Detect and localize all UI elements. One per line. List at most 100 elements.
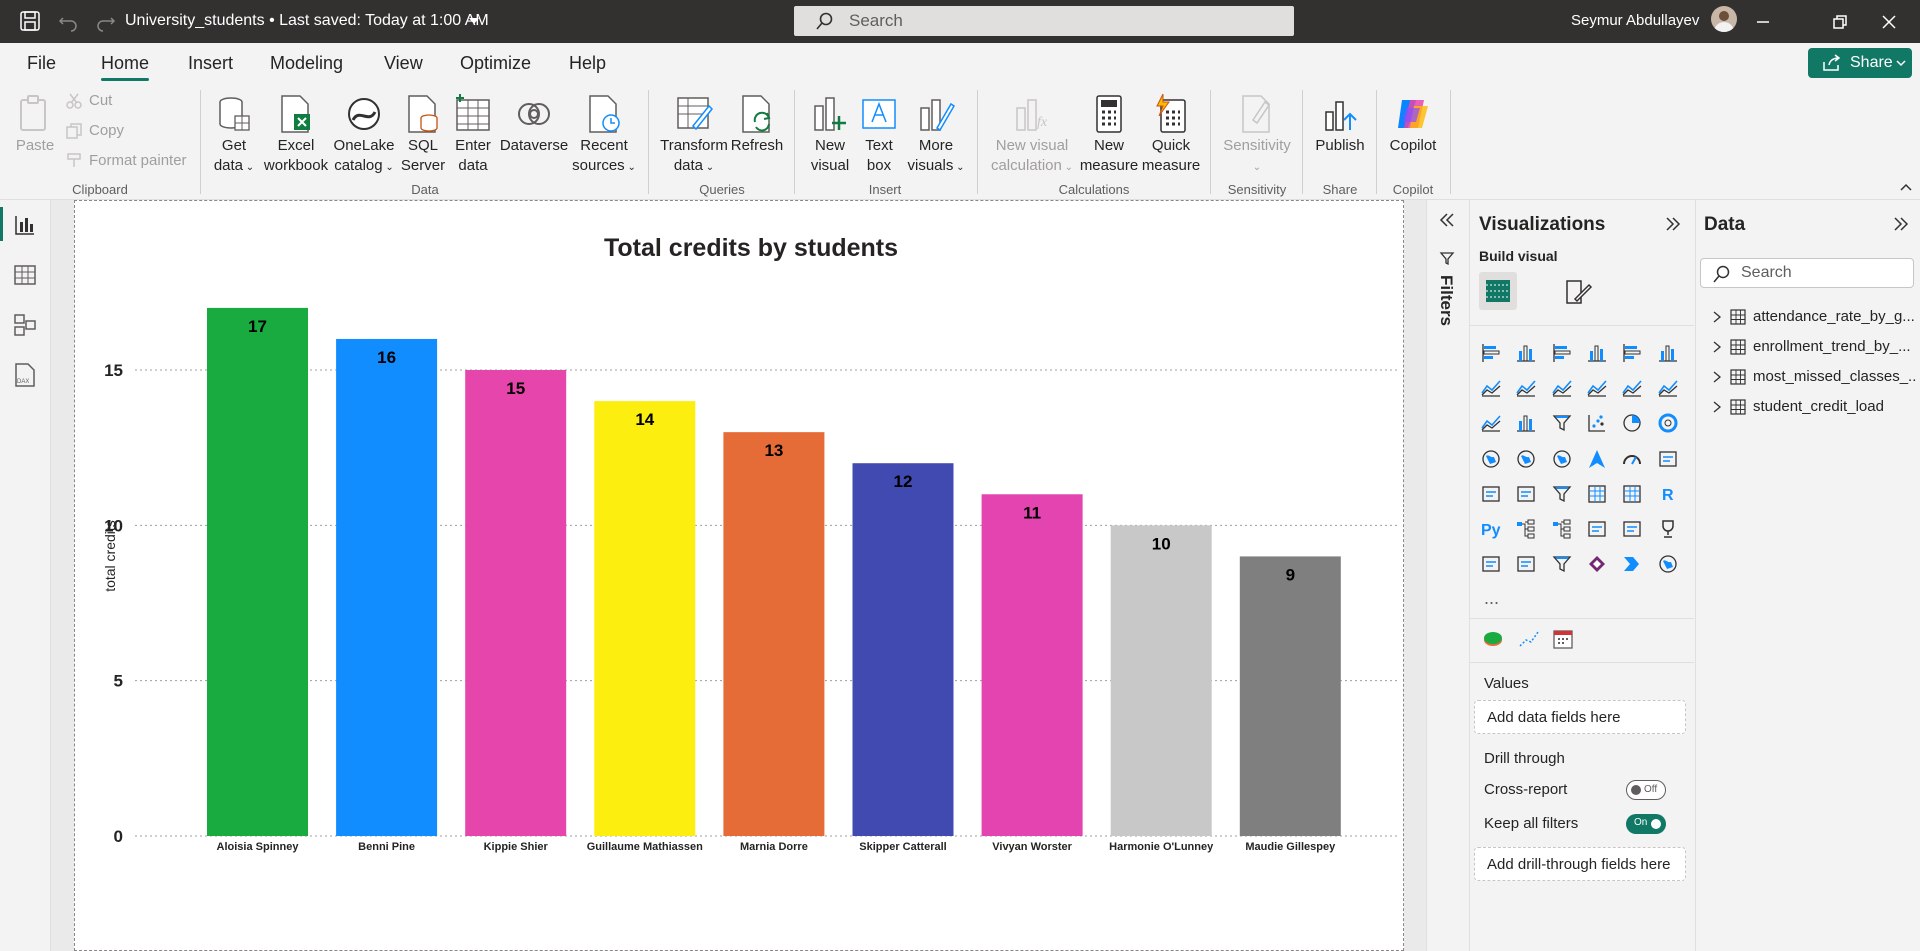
table-item[interactable]: enrollment_trend_by_... [1712,335,1917,359]
pie-map-icon[interactable] [1482,628,1504,650]
bar[interactable] [594,401,696,836]
arcgis-icon[interactable] [1657,553,1679,575]
bar[interactable] [852,463,954,836]
excel-workbook-button[interactable]: Excel workbook [261,94,331,176]
new-visual-calculation-button[interactable]: fx New visual calculation ⌄ [986,94,1078,178]
clustered-bar-icon[interactable] [1551,342,1573,364]
recent-sources-button[interactable]: Recent sources ⌄ [568,94,640,178]
chevron-down-icon[interactable] [468,17,480,25]
onelake-catalog-button[interactable]: OneLake catalog ⌄ [331,94,397,178]
menu-insert[interactable]: Insert [188,53,233,74]
table-item[interactable]: student_credit_load [1712,395,1917,419]
menu-view[interactable]: View [384,53,423,74]
area-chart-icon[interactable] [1515,377,1537,399]
multi-row-card-icon[interactable] [1480,483,1502,505]
goals-icon[interactable] [1657,518,1679,540]
power-apps-icon[interactable] [1586,553,1608,575]
get-data-button[interactable]: Get data ⌄ [210,94,258,178]
text-box-button[interactable]: Text box [856,94,902,176]
key-influencers-icon[interactable] [1515,518,1537,540]
expand-filters-icon[interactable] [1439,212,1455,228]
ribbon-chart-icon[interactable] [1480,412,1502,434]
filled-map-icon[interactable] [1551,448,1573,470]
stacked-area-icon[interactable] [1551,377,1573,399]
drill-through-drop-zone[interactable]: Add drill-through fields here [1474,847,1686,881]
gauge-icon[interactable] [1621,448,1643,470]
scatter-icon[interactable] [1586,412,1608,434]
dataverse-button[interactable]: Dataverse [498,94,570,156]
slicer-icon[interactable] [1551,483,1573,505]
save-icon[interactable] [19,10,41,32]
power-automate-icon[interactable] [1621,553,1643,575]
menu-modeling[interactable]: Modeling [270,53,343,74]
decomposition-tree-icon[interactable] [1551,518,1573,540]
sparkline-icon[interactable] [1518,628,1540,650]
avatar[interactable] [1711,6,1737,32]
bar[interactable] [1239,556,1341,836]
new-visual-button[interactable]: New visual [804,94,856,176]
data-search-input[interactable]: Search [1700,258,1914,288]
values-drop-zone[interactable]: Add data fields here [1474,700,1686,734]
dax-query-view-icon[interactable]: DAX [12,362,38,388]
line-chart-icon[interactable] [1480,377,1502,399]
python-visual-icon[interactable]: Py [1480,518,1502,540]
pie-icon[interactable] [1621,412,1643,434]
filters-label[interactable]: Filters [1436,275,1456,326]
card-icon[interactable] [1657,448,1679,470]
new-slicer-icon[interactable] [1551,553,1573,575]
bar[interactable] [336,338,438,836]
map-icon[interactable] [1515,448,1537,470]
user-name[interactable]: Seymur Abdullayev [1571,12,1699,29]
kpi-icon[interactable] [1515,483,1537,505]
bar[interactable] [981,494,1083,836]
copy-button[interactable]: Copy [89,122,124,139]
stacked-bar-icon[interactable] [1480,342,1502,364]
minimize-icon[interactable] [1751,10,1775,34]
100-area-icon[interactable] [1586,377,1608,399]
collapse-ribbon-icon[interactable] [1900,182,1912,192]
menu-file[interactable]: File [27,53,56,74]
chevron-right-icon[interactable] [1712,341,1722,353]
donut-icon[interactable] [1657,412,1679,434]
stacked-column-icon[interactable] [1515,342,1537,364]
copilot-button[interactable]: Copilot [1382,94,1444,156]
100-column-icon[interactable] [1657,342,1679,364]
sql-server-button[interactable]: SQL Server [400,94,446,176]
bar[interactable] [1110,525,1212,836]
menu-help[interactable]: Help [569,53,606,74]
azure-map-icon[interactable] [1586,448,1608,470]
close-icon[interactable] [1877,10,1901,34]
refresh-button[interactable]: Refresh [729,94,785,156]
narrative-icon[interactable] [1621,518,1643,540]
new-card-icon[interactable] [1515,553,1537,575]
publish-button[interactable]: Publish [1308,94,1372,156]
menu-optimize[interactable]: Optimize [460,53,531,74]
redo-icon[interactable] [95,10,117,32]
cross-report-toggle[interactable]: Off [1626,780,1666,800]
table-view-icon[interactable] [12,262,38,288]
new-measure-button[interactable]: New measure [1078,94,1140,176]
menu-home[interactable]: Home [101,53,149,74]
bar[interactable] [207,307,308,836]
chevron-right-icon[interactable] [1712,311,1722,323]
funnel-icon[interactable] [1551,412,1573,434]
clustered-column-icon[interactable] [1586,342,1608,364]
line-column-icon[interactable] [1621,377,1643,399]
bar-chart[interactable]: Total credits by students total credits … [75,201,1405,951]
format-painter-button[interactable]: Format painter [89,152,187,169]
paste-button[interactable]: Paste [14,94,56,156]
report-view-icon[interactable] [12,212,38,238]
paginated-report-icon[interactable] [1480,553,1502,575]
table-item[interactable]: most_missed_classes_... [1712,365,1917,389]
chevron-right-icon[interactable] [1712,401,1722,413]
bar[interactable] [465,370,567,836]
bar[interactable] [723,432,825,836]
search-input[interactable]: Search [794,6,1294,36]
restore-icon[interactable] [1827,10,1851,34]
collapse-visualizations-icon[interactable] [1665,216,1681,232]
model-view-icon[interactable] [12,312,38,338]
cut-button[interactable]: Cut [89,92,112,109]
table-visual-icon[interactable] [1586,483,1608,505]
document-title[interactable]: University_students • Last saved: Today … [125,12,489,30]
more-visuals-ellipsis[interactable]: ... [1484,588,1499,609]
